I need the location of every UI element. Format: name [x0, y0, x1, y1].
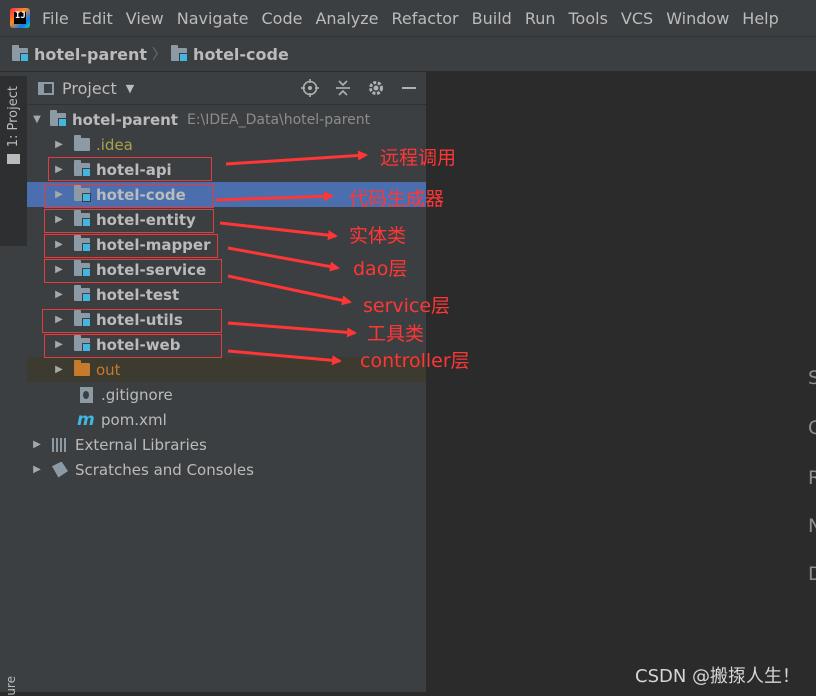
collapsed-arrow-icon[interactable]: ▶ [52, 139, 66, 150]
breadcrumb-item-hotel-parent[interactable]: hotel-parent [12, 44, 147, 64]
annotation-label-entity: 实体类 [349, 225, 407, 247]
tree-item-scratches[interactable]: ▶ Scratches and Consoles [27, 457, 426, 482]
menu-window[interactable]: Window [666, 9, 729, 28]
watermark: CSDN @搬揼人生！ [635, 666, 801, 687]
menu-vcs[interactable]: VCS [621, 9, 653, 28]
project-view-selector[interactable]: Project [62, 79, 117, 98]
gear-icon[interactable] [365, 77, 387, 99]
collapse-all-icon[interactable] [332, 77, 354, 99]
chevron-down-icon[interactable]: ▼ [126, 82, 134, 95]
menu-bar: IJ File Edit View Navigate Code Analyze … [0, 0, 816, 36]
annotation-box-hotel-web [44, 334, 222, 358]
annotation-box-hotel-api [48, 157, 212, 181]
menu-edit[interactable]: Edit [82, 9, 113, 28]
annotation-box-hotel-service [44, 259, 222, 283]
left-tool-strip: 1: Project ure [0, 72, 28, 696]
menu-code[interactable]: Code [262, 9, 303, 28]
menu-refactor[interactable]: Refactor [392, 9, 459, 28]
annotation-box-hotel-mapper [44, 234, 218, 258]
structure-tool-tab[interactable]: ure [4, 676, 18, 696]
tree-item-idea[interactable]: ▶ .idea [27, 132, 426, 157]
menu-view[interactable]: View [126, 9, 164, 28]
locate-icon[interactable] [299, 77, 321, 99]
project-panel-header: Project ▼ [27, 72, 426, 105]
annotation-label-service: service层 [363, 295, 451, 317]
editor-hint-letter: N [808, 515, 816, 537]
annotation-box-hotel-code [44, 184, 214, 208]
project-tool-tab-label: 1: Project [6, 86, 21, 148]
editor-hint-letter: R [808, 467, 816, 489]
module-folder-icon [50, 110, 67, 127]
collapsed-arrow-icon[interactable]: ▶ [30, 439, 44, 450]
menu-analyze[interactable]: Analyze [315, 9, 378, 28]
library-icon [52, 437, 68, 452]
tree-item-gitignore[interactable]: .gitignore [27, 382, 426, 407]
editor-hint-letter: D [808, 563, 816, 585]
menu-help[interactable]: Help [742, 9, 778, 28]
annotation-label-dao: dao层 [353, 258, 408, 280]
menu-run[interactable]: Run [525, 9, 556, 28]
folder-icon [74, 360, 90, 376]
annotation-label-utils: 工具类 [367, 323, 425, 345]
expanded-arrow-icon[interactable]: ▼ [30, 114, 44, 125]
annotation-box-hotel-entity [44, 209, 214, 233]
tree-item-hotel-parent[interactable]: ▼ hotel-parent E:\IDEA_Data\hotel-parent [27, 107, 426, 132]
module-folder-icon [12, 44, 29, 62]
collapsed-arrow-icon[interactable]: ▶ [52, 364, 66, 375]
folder-icon [7, 154, 20, 164]
collapsed-arrow-icon[interactable]: ▶ [52, 289, 66, 300]
breadcrumb: hotel-parent 〉 hotel-code [0, 36, 816, 72]
collapsed-arrow-icon[interactable]: ▶ [30, 464, 44, 475]
annotation-label-code-generator: 代码生成器 [349, 188, 445, 210]
panel-toolbar [288, 77, 426, 99]
breadcrumb-item-hotel-code[interactable]: hotel-code [171, 44, 289, 64]
folder-icon [74, 135, 90, 151]
gitignore-file-icon [80, 386, 93, 403]
editor-area[interactable]: S G R N D [427, 72, 816, 692]
project-view-icon [38, 81, 54, 95]
menu-tools[interactable]: Tools [569, 9, 608, 28]
editor-hint-letter: G [808, 417, 816, 439]
tree-item-external-libraries[interactable]: ▶ External Libraries [27, 432, 426, 457]
minimize-icon[interactable] [398, 77, 420, 99]
intellij-logo-icon: IJ [10, 8, 30, 28]
maven-file-icon: m [77, 409, 95, 430]
annotation-label-remote-call: 远程调用 [380, 147, 457, 169]
menu-build[interactable]: Build [472, 9, 512, 28]
menu-navigate[interactable]: Navigate [177, 9, 249, 28]
menu-file[interactable]: File [42, 9, 69, 28]
tree-item-pom-xml[interactable]: m pom.xml [27, 407, 426, 432]
scratches-icon [52, 461, 68, 478]
module-folder-icon [171, 44, 189, 62]
annotation-box-hotel-utils [42, 309, 222, 333]
breadcrumb-separator-icon: 〉 [152, 47, 167, 63]
editor-hint-letter: S [808, 367, 816, 389]
module-folder-icon [74, 285, 91, 302]
project-tool-tab[interactable]: 1: Project [0, 76, 27, 246]
annotation-label-controller: controller层 [360, 350, 470, 372]
